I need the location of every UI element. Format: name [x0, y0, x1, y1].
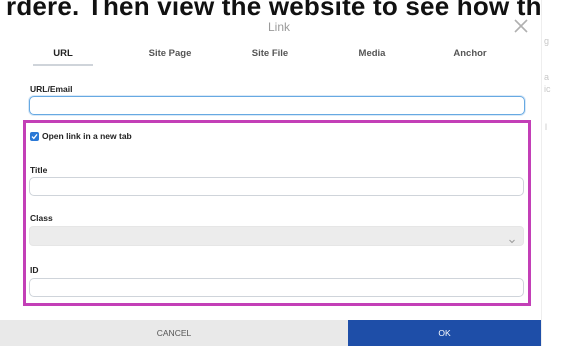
id-input[interactable]: [29, 278, 524, 297]
id-label: ID: [30, 265, 39, 275]
tab-media[interactable]: Media: [337, 46, 407, 68]
url-email-input[interactable]: [29, 96, 525, 115]
chevron-down-icon: [508, 232, 516, 244]
background-glyph: g: [544, 36, 550, 46]
background-glyph: ic: [544, 84, 551, 94]
ok-button[interactable]: OK: [348, 320, 541, 346]
tab-site-file[interactable]: Site File: [235, 46, 305, 68]
tab-site-page[interactable]: Site Page: [135, 46, 205, 68]
open-new-tab-label: Open link in a new tab: [42, 131, 132, 141]
cancel-button[interactable]: CANCEL: [0, 320, 348, 346]
link-type-tabs: URL Site Page Site File Media Anchor: [17, 46, 541, 70]
dialog-title: Link: [267, 20, 290, 34]
background-page-edge: g a ic l: [541, 0, 566, 346]
class-label: Class: [30, 213, 53, 223]
title-input[interactable]: [29, 177, 524, 196]
active-tab-indicator: [33, 64, 93, 66]
tab-anchor[interactable]: Anchor: [435, 46, 505, 68]
background-glyph: a: [544, 72, 550, 82]
background-glyph: l: [545, 122, 547, 132]
open-new-tab-checkbox[interactable]: [30, 132, 39, 141]
close-icon[interactable]: [511, 16, 531, 38]
class-select[interactable]: [29, 226, 524, 246]
title-label: Title: [30, 165, 48, 175]
url-email-label: URL/Email: [30, 84, 73, 94]
